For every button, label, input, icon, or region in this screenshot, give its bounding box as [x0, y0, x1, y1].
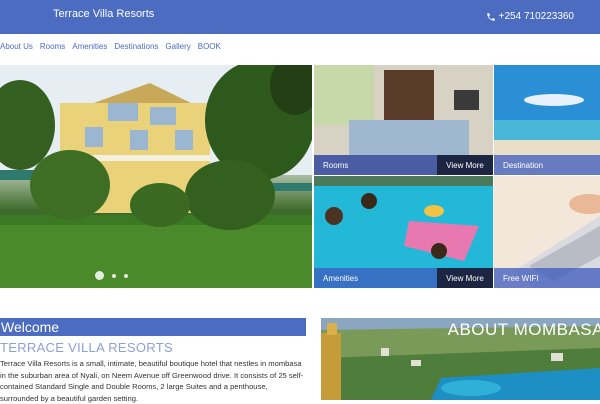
about-mombasa-panel[interactable]: ABOUT MOMBASA — [321, 318, 600, 400]
tile-rooms[interactable]: Rooms View More — [314, 65, 493, 175]
view-more-button[interactable]: View More — [437, 268, 493, 288]
nav-item-book[interactable]: BOOK — [198, 42, 221, 54]
hero-slider[interactable] — [0, 65, 312, 288]
phone-contact[interactable]: +254 710223360 — [486, 11, 574, 22]
slider-dots — [95, 271, 128, 280]
villa-photo — [0, 65, 312, 288]
nav-item-rooms[interactable]: Rooms — [40, 42, 65, 54]
slide-dot-2[interactable] — [112, 273, 116, 278]
nav-item-destinations[interactable]: Destinations — [114, 42, 158, 54]
tile-caption: Destination — [494, 155, 600, 175]
nav-item-about-us[interactable]: About Us — [0, 42, 33, 54]
phone-number: +254 710223360 — [498, 11, 574, 22]
tile-free-wifi[interactable]: Free WIFI — [494, 176, 600, 288]
header-bar: Terrace Villa Resorts +254 710223360 — [0, 0, 600, 34]
nav-item-amenities[interactable]: Amenities — [72, 42, 107, 54]
view-more-button[interactable]: View More — [437, 155, 493, 175]
brand-name[interactable]: Terrace Villa Resorts — [53, 8, 154, 20]
tile-caption: Amenities — [314, 268, 437, 288]
phone-icon — [486, 12, 495, 21]
welcome-subheading: TERRACE VILLA RESORTS — [0, 340, 173, 355]
about-mombasa-heading: ABOUT MOMBASA — [447, 320, 600, 339]
slide-dot-3[interactable] — [124, 273, 128, 278]
main-nav: About Us Rooms Amenities Destinations Ga… — [0, 42, 221, 54]
tile-destination[interactable]: Destination — [494, 65, 600, 175]
tile-caption: Free WIFI — [494, 268, 600, 288]
nav-item-gallery[interactable]: Gallery — [165, 42, 190, 54]
slide-dot-1[interactable] — [95, 271, 104, 280]
tile-caption: Rooms — [314, 155, 437, 175]
welcome-heading: Welcome — [0, 318, 306, 336]
tile-amenities[interactable]: Amenities View More — [314, 176, 493, 288]
welcome-body: Terrace Villa Resorts is a small, intima… — [0, 359, 304, 403]
